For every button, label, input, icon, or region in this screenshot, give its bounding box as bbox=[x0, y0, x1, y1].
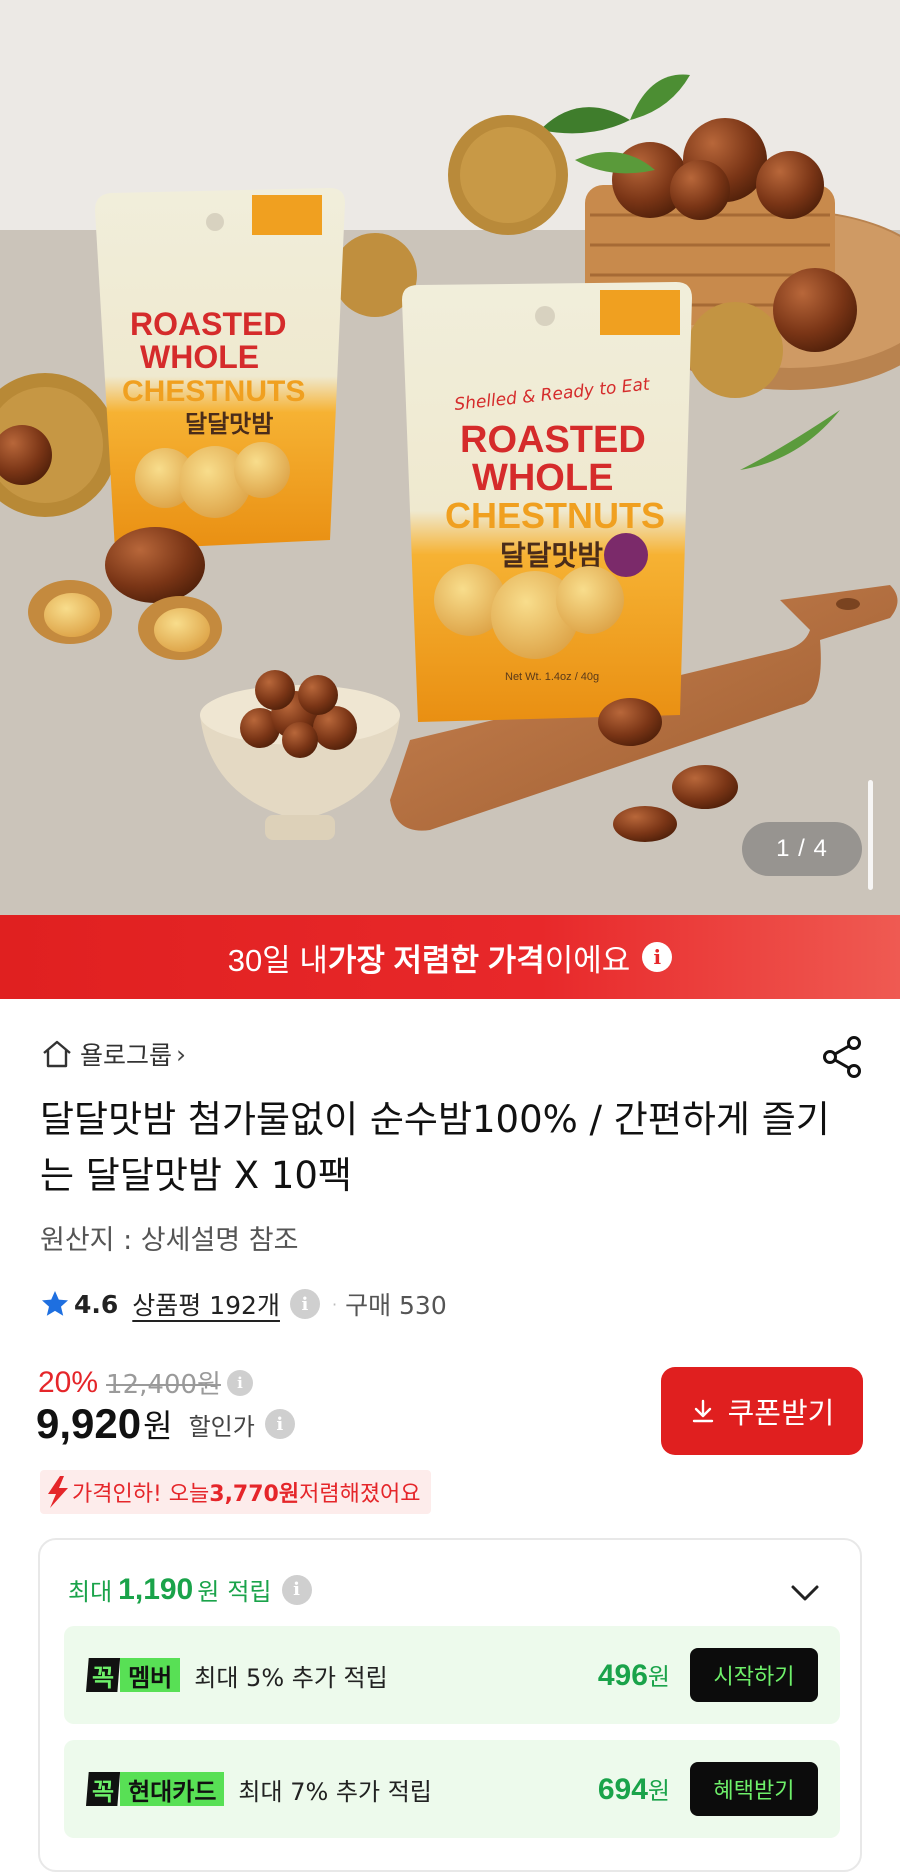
member-badge: 꼭 멤버 bbox=[86, 1658, 181, 1692]
price-drop-text: 가격인하! 오늘 bbox=[72, 1482, 210, 1507]
sale-price: 9,920 bbox=[36, 1400, 142, 1447]
price-drop-suffix: 저렴해졌어요 bbox=[299, 1482, 421, 1507]
points-prefix: 최대 bbox=[68, 1578, 113, 1606]
product-title: 달달맛밤 첨가물없이 순수밤100% / 간편하게 즐기는 달달맛밤 X 10팩 bbox=[40, 1098, 830, 1197]
rating-score: 4.6 bbox=[74, 1289, 119, 1319]
svg-text:ROASTED: ROASTED bbox=[460, 419, 646, 461]
price-drop-amount: 3,770원 bbox=[209, 1482, 300, 1507]
price-drop-notice: 가격인하! 오늘 3,770원 저렴해졌어요 bbox=[40, 1470, 431, 1514]
discount-row: 20% 12,400원 i bbox=[38, 1364, 253, 1401]
chevron-right-icon: › bbox=[176, 1039, 187, 1069]
info-icon[interactable]: i bbox=[642, 942, 673, 972]
info-icon[interactable]: i bbox=[226, 1369, 253, 1396]
scrollbar-thumb[interactable] bbox=[868, 780, 873, 890]
separator-dot: · bbox=[331, 1294, 338, 1314]
points-unit: 원 bbox=[197, 1578, 220, 1606]
badge-name: 현대카드 bbox=[120, 1772, 225, 1806]
sale-price-row: 9,920 원 할인가 i bbox=[36, 1400, 295, 1448]
product-origin: 원산지 : 상세설명 참조 bbox=[40, 1225, 299, 1256]
lightning-down-icon bbox=[48, 1476, 68, 1508]
info-icon[interactable]: i bbox=[289, 1289, 320, 1319]
benefit-row-card: 꼭 현대카드 최대 7% 추가 적립 694원 혜택받기 bbox=[64, 1740, 840, 1838]
points-amount: 1,190 bbox=[118, 1572, 194, 1606]
start-membership-button[interactable]: 시작하기 bbox=[690, 1648, 818, 1702]
benefit-row-member: 꼭 멤버 최대 5% 추가 적립 496원 시작하기 bbox=[64, 1626, 840, 1724]
svg-text:달달맛밤: 달달맛밤 bbox=[185, 410, 273, 438]
discount-rate: 20% bbox=[38, 1365, 99, 1399]
benefit-desc: 최대 5% 추가 적립 bbox=[194, 1663, 388, 1692]
get-benefit-button[interactable]: 혜택받기 bbox=[690, 1762, 818, 1816]
image-page-indicator: 1 / 4 bbox=[742, 822, 862, 876]
info-icon[interactable]: i bbox=[264, 1409, 295, 1439]
svg-text:CHESTNUTS: CHESTNUTS bbox=[122, 375, 305, 408]
lowest-price-banner[interactable]: 30일 내 가장 저렴한 가격 이에요 i bbox=[0, 915, 900, 999]
original-price: 12,400원 bbox=[106, 1370, 221, 1400]
benefit-amount: 496원 bbox=[597, 1659, 670, 1692]
rating-row: 4.6 상품평 192개 i · 구매 530 bbox=[40, 1286, 447, 1322]
share-icon[interactable] bbox=[820, 1034, 866, 1080]
hyundai-card-badge: 꼭 현대카드 bbox=[86, 1772, 225, 1806]
benefit-desc: 최대 7% 추가 적립 bbox=[238, 1777, 432, 1806]
svg-text:WHOLE: WHOLE bbox=[140, 339, 259, 375]
download-icon bbox=[692, 1399, 713, 1423]
chevron-down-icon[interactable] bbox=[788, 1576, 822, 1610]
kkok-badge: 꼭 bbox=[86, 1772, 121, 1806]
purchase-count: 구매 530 bbox=[345, 1291, 447, 1320]
svg-text:Net Wt. 1.4oz / 40g: Net Wt. 1.4oz / 40g bbox=[505, 671, 599, 683]
star-icon bbox=[42, 1291, 68, 1316]
seller-name: 욜로그룹 bbox=[80, 1041, 173, 1070]
product-photo: ROASTED WHOLE CHESTNUTS 달달맛밤 Shelled & R… bbox=[0, 0, 900, 915]
product-image-carousel[interactable]: ROASTED WHOLE CHESTNUTS 달달맛밤 Shelled & R… bbox=[0, 0, 900, 915]
currency-unit: 원 bbox=[143, 1407, 173, 1445]
banner-highlight: 가장 저렴한 가격 bbox=[327, 942, 545, 978]
banner-prefix: 30일 내 bbox=[227, 942, 328, 978]
coupon-download-button[interactable]: 쿠폰받기 bbox=[661, 1367, 863, 1455]
points-suffix: 적립 bbox=[227, 1578, 272, 1606]
sale-price-label: 할인가 bbox=[188, 1412, 255, 1441]
banner-suffix: 이에요 bbox=[544, 942, 631, 978]
points-summary[interactable]: 최대 1,190 원 적립 i bbox=[68, 1572, 312, 1607]
benefit-amount: 694원 bbox=[597, 1773, 670, 1806]
reviews-link[interactable]: 상품평 192개 bbox=[132, 1286, 280, 1322]
seller-link[interactable]: 욜로그룹 › bbox=[40, 1036, 186, 1072]
svg-text:ROASTED: ROASTED bbox=[130, 306, 286, 342]
badge-name: 멤버 bbox=[120, 1658, 181, 1692]
home-icon bbox=[43, 1040, 71, 1068]
svg-text:CHESTNUTS: CHESTNUTS bbox=[445, 495, 665, 536]
info-icon[interactable]: i bbox=[281, 1574, 312, 1605]
coupon-button-label: 쿠폰받기 bbox=[727, 1396, 835, 1430]
kkok-badge: 꼭 bbox=[86, 1658, 121, 1692]
points-card: 최대 1,190 원 적립 i 꼭 멤버 최대 5% 추가 적립 496원 시작… bbox=[38, 1538, 862, 1872]
svg-text:WHOLE: WHOLE bbox=[472, 457, 613, 499]
